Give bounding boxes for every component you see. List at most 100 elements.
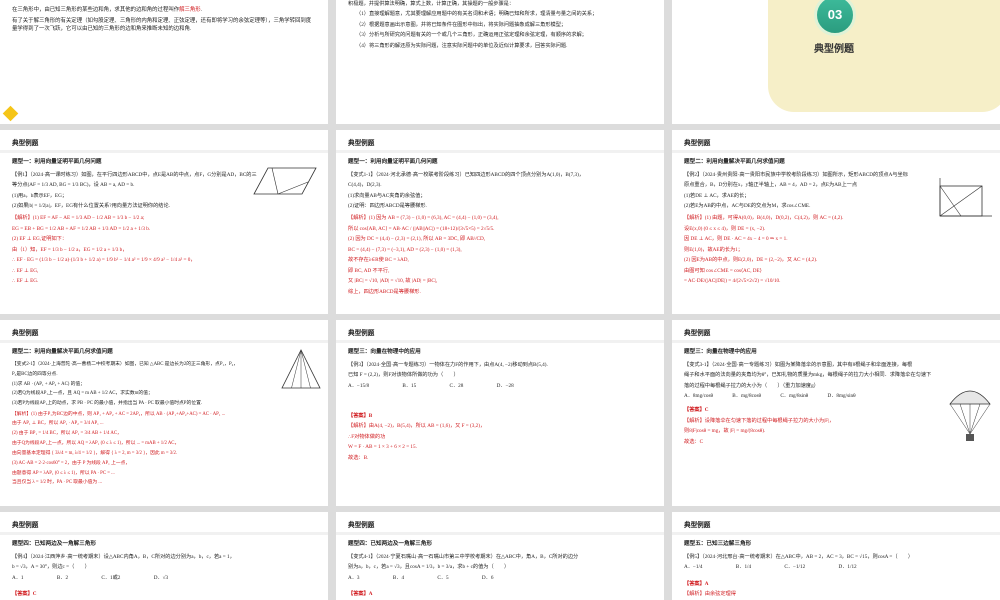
diamond-icon bbox=[2, 105, 19, 122]
slide-11[interactable]: 典型例题 题型四：已知两边及一角解三角形 【变式4-1】（2024·宁夏石嘴山·… bbox=[336, 512, 664, 600]
slide-subtitle: 题型四：已知两边及一角解三角形 bbox=[12, 541, 96, 547]
slide-7[interactable]: 典型例题 题型二：利用向量解决平面几何求值问题 【变式2-1】（2024·上海普… bbox=[0, 320, 328, 506]
answer-label: 【答案】B bbox=[348, 412, 373, 419]
answer-line: EG = EB + BG = 1/2 AB + AF = 1/2 AB + 1/… bbox=[12, 225, 151, 232]
answer-line: 由（1）知，EF = 1/3 b − 1/2 a，EG = 1/2 a + 1/… bbox=[12, 246, 128, 253]
slide-8[interactable]: 典型例题 题型三：向量在物理中的应用 【例3】（2024·全国·高一专题练习）一… bbox=[336, 320, 664, 506]
answer-label: 【答案】C bbox=[684, 407, 709, 414]
answer-line: 综上，四边形ABCD是等腰梯形. bbox=[348, 288, 421, 295]
slide-header: 典型例题 bbox=[12, 330, 39, 337]
header-divider bbox=[336, 340, 664, 343]
question-line: 【例3】（2024·全国·高一专题练习）一物体在力F的作用下，由点A(4, −2… bbox=[348, 362, 548, 368]
header-divider bbox=[336, 532, 664, 535]
answer-line: 由于Q为线段AP₁上一点，所以 AQ = λAP₁ (0 ≤ λ ≤ 1)，所以… bbox=[12, 441, 180, 447]
option-b[interactable]: B．1/4 bbox=[736, 563, 751, 571]
options-row: A．1 B．2 C．1或2 D．√3 bbox=[12, 574, 316, 582]
option-b[interactable]: B．4 bbox=[393, 574, 404, 582]
option-d[interactable]: D．−28 bbox=[497, 382, 514, 390]
header-divider bbox=[0, 150, 328, 153]
slide-header: 典型例题 bbox=[12, 522, 39, 529]
slide2-step-1: （1）直接理解题意，尤其要理解应用题中的有关名词和术语；明确已知和所求，理清量与… bbox=[356, 11, 598, 18]
answer-line: (2) 因为 DC = (4,4) − (2,3) = (2,1), 所以 AB… bbox=[348, 236, 486, 243]
section-title: 典型例题 bbox=[814, 44, 854, 55]
slide-2[interactable]: 积极题，并提供算法明确，算式上数，计算正确，其操题的一般步骤是： （1）直接理解… bbox=[336, 0, 664, 124]
answer-line: 因 DE ⊥ AC，则 DE · AC = 4x − 4 = 0 ⇒ x = 1… bbox=[684, 236, 788, 243]
slide-header: 典型例题 bbox=[684, 522, 711, 529]
option-d[interactable]: D．1/12 bbox=[838, 563, 856, 571]
question-line: 【变式2-1】（2024·上海普陀·高一曹杨二中校考期末）如图，已知 △ABC … bbox=[12, 362, 239, 367]
option-d[interactable]: D．√3 bbox=[154, 574, 168, 582]
slide-subtitle: 题型一：利用向量证明平面几何问题 bbox=[348, 159, 438, 165]
question-line: 别为a，b，c，若a = √3，且cosA = 1/3，b = 3/a，求b +… bbox=[348, 564, 510, 571]
question-line: 【例2】（2024·贵州贵阳·高一贵阳市民族中学校考阶段练习）如图所示，矩形AB… bbox=[684, 172, 908, 178]
answer-line: ∴ EF ⊥ EG, bbox=[12, 267, 39, 274]
option-b[interactable]: B．2 bbox=[57, 574, 68, 582]
slide-subtitle: 题型五：已知三边解三角形 bbox=[684, 541, 752, 547]
option-a[interactable]: A．1 bbox=[12, 574, 24, 582]
question-line: (1)求向量AB与AC夹角的余弦值； bbox=[348, 192, 426, 199]
slide-9[interactable]: 典型例题 题型三：向量在物理中的应用 【变式3-1】（2024·全国·高一专题练… bbox=[672, 320, 1000, 506]
option-c[interactable]: C．1或2 bbox=[101, 574, 120, 582]
answer-line: (2) 由于 BP₁ = 1/4 BC，所以 AP₁ = 3/4 AB + 1/… bbox=[12, 431, 122, 437]
header-divider bbox=[672, 532, 1000, 535]
option-c[interactable]: C．5 bbox=[437, 574, 448, 582]
answer-line: 故选：B. bbox=[348, 454, 369, 461]
option-a[interactable]: A．−15/8 bbox=[348, 382, 369, 390]
highlight-term: 解三角形 bbox=[179, 7, 201, 13]
slide-12[interactable]: 典型例题 题型五：已知三边解三角形 【例5】（2024·河北邢台·高一统考期末）… bbox=[672, 512, 1000, 600]
slide-10[interactable]: 典型例题 题型四：已知两边及一角解三角形 【例4】（2024·江西萍乡·高一统考… bbox=[0, 512, 328, 600]
answer-line: 【解析】由余弦定理得 bbox=[684, 590, 736, 597]
answer-line: ∴ EF ⊥ EG. bbox=[12, 278, 39, 285]
question-line: (2)若Q为线段AP₁上一点，且 AQ = m AB + 1/2 AC，求实数m… bbox=[12, 391, 153, 397]
answer-line: 由题意得 AP = λAP₁ (0 ≤ λ ≤ 1)，所以 PA · PC = … bbox=[12, 470, 115, 476]
header-divider bbox=[672, 340, 1000, 343]
option-a[interactable]: A．−1/4 bbox=[684, 563, 703, 571]
answer-line: 【解析】由A(4, −2)，B(5,4)，所以 AB = (1,6)，又 F =… bbox=[348, 423, 486, 430]
slide-subtitle: 题型四：已知两边及一角解三角形 bbox=[348, 541, 432, 547]
question-line: (1)求 AB · (AP₁ + AP₂ + AC) 的值； bbox=[12, 381, 85, 387]
answer-line: (2) 因E为AB的中点，则E(2,0)，DE = (2,−2)，又 AC = … bbox=[684, 257, 818, 264]
option-c[interactable]: C．28 bbox=[450, 382, 464, 390]
answer-line: 设E(x,0) (0 ≤ x ≤ 4)，则 DE = (x, −2). bbox=[684, 225, 766, 232]
slide-5[interactable]: 典型例题 题型一：利用向量证明平面几何问题 【变式1-1】（2024·河北承德·… bbox=[336, 130, 664, 314]
answer-line: BC = (4,4) − (7,3) = (−3,1), AD = (2,3) … bbox=[348, 246, 462, 253]
slide-4[interactable]: 典型例题 题型一：利用向量证明平面几何问题 【例1】（2024·高一课时练习）如… bbox=[0, 130, 328, 314]
answer-line: 则8|F|cosθ = mg，故 |F| = mg/(8cosθ). bbox=[684, 428, 766, 435]
slide-header: 典型例题 bbox=[12, 140, 39, 147]
answer-line: 故选：C bbox=[684, 438, 704, 445]
option-b[interactable]: B．15 bbox=[402, 382, 416, 390]
question-line: 【变式1-1】（2024·河北承德·高一校联考阶段练习）已知四边形ABCD的四个… bbox=[348, 172, 585, 178]
slide-6[interactable]: 典型例题 题型二：利用向量解决平面几何求值问题 【例2】（2024·贵州贵阳·高… bbox=[672, 130, 1000, 314]
answer-line: 则E(1,0)，故AE的长为1； bbox=[684, 246, 743, 253]
options-row: A．−1/4 B．1/4 C．−1/12 D．1/12 bbox=[684, 563, 988, 571]
option-d[interactable]: D．8mg/sinθ bbox=[827, 392, 855, 400]
option-c[interactable]: C．mg/8sinθ bbox=[780, 392, 808, 400]
slide2-step-4: （4）将三角形的解还原为实际问题，注意实际问题中的单位及近似计算要求，回答实际问… bbox=[356, 42, 568, 49]
question-line: P₃是BC边的四等分点. bbox=[12, 371, 58, 377]
slide-subtitle: 题型三：向量在物理中的应用 bbox=[684, 349, 757, 355]
answer-line: 由向量基本定理得 { 3λ/4 = m, λ/4 = 1/2 }，解得 { λ … bbox=[12, 450, 178, 456]
answer-label: 【答案】C bbox=[12, 590, 37, 597]
slide-header: 典型例题 bbox=[684, 140, 711, 147]
slide2-step-3: （3）分析与所研究的问题有关的一个或几个三角形，正确运用正弦定理和余弦定理，有顺… bbox=[356, 32, 587, 39]
answer-line: 故不存在λ∈R使 BC = λAD, bbox=[348, 257, 409, 264]
slide2-intro: 积极题，并提供算法明确，算式上数，计算正确，其操题的一般步骤是： bbox=[348, 1, 515, 7]
answer-line: 【解析】(1) 因为 AB = (7,3) − (1,0) = (6,3), A… bbox=[348, 215, 499, 222]
option-a[interactable]: A．3 bbox=[348, 574, 360, 582]
slide-3[interactable]: 03 典型例题 bbox=[672, 0, 1000, 124]
option-b[interactable]: B．mg/8cosθ bbox=[732, 392, 761, 400]
question-line: 【例4】（2024·江西萍乡·高一统考期末）设△ABC内角A，B，C所对的边分别… bbox=[12, 554, 235, 560]
option-d[interactable]: D．6 bbox=[482, 574, 494, 582]
option-c[interactable]: C．−1/12 bbox=[784, 563, 805, 571]
slide-subtitle: 题型二：利用向量解决平面几何求值问题 bbox=[12, 349, 113, 355]
answer-line: 又 |BC| = √10, |AD| = √10, 故 |AD| = |BC|, bbox=[348, 278, 438, 285]
question-line: (2)如果|b| = 1/2|a|，EF，EG有什么位置关系?用向量方法证明你的… bbox=[12, 203, 170, 210]
slide-1[interactable]: 在三角形中，由已知三角形的某些边和角，求其他的边和角的过程叫作解三角形. 有了关… bbox=[0, 0, 328, 124]
option-a[interactable]: A．8mg/cosθ bbox=[684, 392, 713, 400]
slide1-para-2: 有了关于解三角形的有关定理（如勾股定理、三角形的内角和定理、正弦定理，还有即将学… bbox=[12, 17, 312, 33]
question-line: 【变式4-1】（2024·宁夏石嘴山·高一石嘴山市第三中学校考期末）在△ABC中… bbox=[348, 554, 579, 560]
question-line: 已知 F = (2,2)，则F对该物体所做的功为（ ） bbox=[348, 372, 459, 379]
question-line: (2)证明：四边形ABCD是等腰梯形. bbox=[348, 203, 427, 210]
slide-header: 典型例题 bbox=[684, 330, 711, 337]
question-line: b = √3，A = 30°，则边c =（ ） bbox=[12, 564, 90, 571]
